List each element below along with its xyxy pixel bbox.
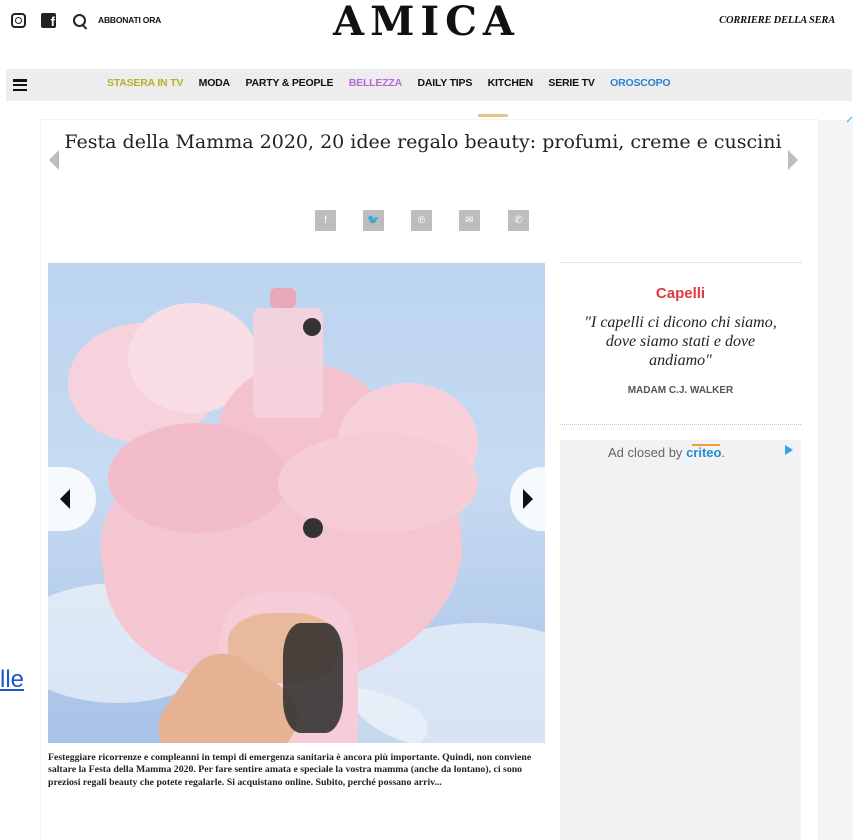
- nav-item-kitchen[interactable]: KITCHEN: [488, 77, 533, 89]
- main-nav: STASERA IN TV MODA PARTY & PEOPLE BELLEZZA D…: [6, 69, 852, 101]
- nav-item-daily-tips[interactable]: DAILY TIPS: [418, 77, 473, 89]
- prev-article-arrow[interactable]: [49, 150, 59, 170]
- top-bar: f ABBONATI ORA AMICA CORRIERE DELLA SERA: [0, 0, 853, 56]
- page-gutter: [0, 120, 40, 840]
- page-gutter-right: [818, 120, 853, 840]
- nav-items: STASERA IN TV MODA PARTY & PEOPLE BELLEZZA D…: [107, 77, 686, 89]
- divider: [560, 262, 801, 263]
- divider: [560, 424, 801, 425]
- background-link[interactable]: lle: [0, 666, 40, 694]
- quote-text: "I capelli ci dicono chi siamo, dove sia…: [584, 314, 777, 369]
- nav-item-bellezza[interactable]: BELLEZZA: [349, 77, 402, 89]
- adchoices-icon[interactable]: [785, 445, 793, 455]
- menu-icon[interactable]: [13, 79, 27, 92]
- facebook-icon[interactable]: f: [315, 210, 336, 231]
- expand-icon[interactable]: [846, 116, 853, 123]
- pinterest-icon[interactable]: ℗: [411, 210, 432, 231]
- next-article-arrow[interactable]: [788, 150, 798, 170]
- ad-slot: Ad closed by criteo.: [560, 440, 801, 840]
- article-title: Festa della Mamma 2020, 20 idee regalo b…: [64, 131, 782, 153]
- nav-item-serie-tv[interactable]: SERIE TV: [548, 77, 594, 89]
- gallery-marker: [478, 114, 508, 117]
- criteo-logo: criteo: [686, 445, 722, 460]
- nav-item-oroscopo[interactable]: OROSCOPO: [610, 77, 670, 89]
- ad-label: Ad closed by: [608, 445, 683, 460]
- whatsapp-icon[interactable]: ✆: [508, 210, 529, 231]
- quote-author: MADAM C.J. WALKER: [627, 385, 734, 396]
- twitter-icon[interactable]: 🐦: [363, 210, 384, 231]
- quote-category[interactable]: Capelli: [560, 285, 801, 302]
- nav-item-moda[interactable]: MODA: [199, 77, 230, 89]
- ad-closed-notice[interactable]: Ad closed by criteo.: [608, 445, 725, 460]
- email-icon[interactable]: ✉: [459, 210, 480, 231]
- ad-brand-suffix: .: [721, 445, 726, 460]
- nav-item-stasera-in-tv[interactable]: STASERA IN TV: [107, 77, 183, 89]
- article-excerpt: Festeggiare ricorrenze e compleanni in t…: [48, 752, 532, 788]
- nav-item-party-people[interactable]: PARTY & PEOPLE: [245, 77, 333, 89]
- gallery-image: [48, 263, 545, 743]
- partner-logo[interactable]: CORRIERE DELLA SERA: [719, 15, 835, 26]
